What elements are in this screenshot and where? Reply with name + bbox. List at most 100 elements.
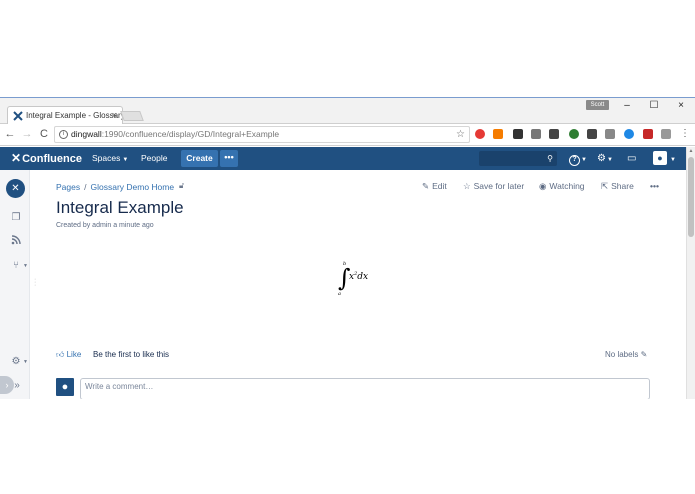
user-icon: ● — [61, 381, 69, 393]
browser-window: Integral Example - Glossary × Scott – ☐ … — [0, 97, 695, 399]
info-icon[interactable]: i — [59, 130, 68, 139]
tab-title: Integral Example - Glossary — [26, 111, 123, 120]
window-close-icon[interactable]: × — [673, 99, 689, 113]
like-label: Like — [66, 350, 82, 359]
save-for-later-label: Save for later — [473, 181, 525, 191]
commenter-avatar: ● — [56, 378, 74, 396]
gear-icon: ⚙ — [597, 153, 606, 164]
tab-close-icon[interactable]: × — [112, 107, 117, 124]
no-labels-text: No labels — [605, 350, 639, 359]
create-button[interactable]: Create — [181, 150, 218, 167]
extension-icon[interactable] — [549, 129, 559, 139]
minimize-icon[interactable]: – — [619, 99, 635, 113]
like-button[interactable]: 👍︎ Like — [56, 349, 81, 361]
watching-label: Watching — [549, 181, 585, 191]
breadcrumb-separator: / — [84, 182, 87, 192]
extension-icon[interactable] — [475, 129, 485, 139]
page-tree-icon[interactable]: ⑂ — [9, 260, 23, 272]
share-icon: ⇱ — [601, 181, 609, 191]
page-byline: Created by admin a minute ago — [56, 222, 154, 229]
user-avatar[interactable]: ● — [653, 151, 667, 165]
chevron-down-icon: ▼ — [23, 359, 28, 365]
browser-toolbar: ← → C i dingwall:1990/confluence/display… — [0, 124, 695, 146]
breadcrumb-pages[interactable]: Pages — [56, 182, 80, 192]
search-icon: ⚲ — [547, 154, 553, 163]
extension-icon[interactable] — [587, 129, 597, 139]
extension-icon[interactable] — [493, 129, 503, 139]
user-icon: ● — [657, 153, 663, 163]
chevron-down-icon: ▼ — [122, 157, 129, 163]
help-menu[interactable]: ? ▼ — [569, 151, 587, 168]
edit-button[interactable]: ✎ Edit — [422, 180, 447, 192]
spaces-menu[interactable]: Spaces ▼ — [92, 151, 128, 168]
pencil-icon: ✎ — [422, 181, 430, 191]
notifications-button[interactable]: ▭ — [627, 151, 636, 166]
maximize-icon[interactable]: ☐ — [646, 99, 662, 113]
inbox-icon: ▭ — [627, 153, 637, 164]
help-icon: ? — [569, 155, 580, 166]
extension-icon[interactable] — [624, 129, 634, 139]
extension-icon[interactable] — [661, 129, 671, 139]
url-text: dingwall:1990/confluence/display/GD/Inte… — [71, 127, 279, 142]
tab-strip: Integral Example - Glossary × Scott – ☐ … — [0, 98, 695, 125]
share-label: Share — [611, 181, 634, 191]
chevron-down-icon: ▼ — [606, 157, 613, 163]
space-sidebar: ✕ ❐ ⑂ ▼ ⚙ ▼ › » — [0, 170, 30, 399]
unlock-icon[interactable]: 🔓︎ — [179, 181, 184, 191]
pages-icon[interactable]: ❐ — [9, 212, 23, 224]
confluence-header: ✕Confluence Spaces ▼ People Create ••• ⚲ … — [0, 147, 686, 170]
rss-icon — [11, 235, 21, 245]
integral-formula: b ∫ a x2dx — [336, 261, 376, 298]
create-more-button[interactable]: ••• — [220, 150, 238, 167]
comment-input[interactable]: Write a comment… — [80, 378, 650, 399]
extension-icon[interactable] — [643, 129, 653, 139]
browser-menu-icon[interactable]: ⋮ — [680, 126, 690, 142]
confluence-logo-icon: ✕ — [11, 151, 22, 165]
url-host: dingwall — [71, 129, 102, 139]
logo-text: Confluence — [22, 153, 82, 165]
more-actions-button[interactable]: ••• — [650, 180, 659, 192]
reload-icon[interactable]: C — [37, 127, 51, 141]
feed-icon[interactable] — [9, 235, 23, 247]
back-icon[interactable]: ← — [3, 127, 17, 141]
share-button[interactable]: ⇱ Share — [601, 180, 634, 192]
integrand: x2dx — [349, 271, 368, 282]
extension-icon[interactable] — [531, 129, 541, 139]
user-menu-caret[interactable]: ▼ — [669, 151, 676, 168]
extension-icon[interactable] — [605, 129, 615, 139]
confluence-logo[interactable]: ✕Confluence — [11, 150, 82, 167]
extension-icon[interactable] — [569, 129, 579, 139]
chevron-down-icon: ▼ — [581, 157, 587, 163]
breadcrumb-space[interactable]: Glossary Demo Home — [90, 182, 174, 192]
scroll-thumb[interactable] — [688, 157, 694, 237]
space-logo-icon[interactable]: ✕ — [6, 179, 25, 198]
lower-limit: a — [338, 291, 341, 297]
save-for-later-button[interactable]: ☆ Save for later — [463, 180, 524, 192]
browser-tab[interactable]: Integral Example - Glossary × — [7, 106, 123, 125]
labels-section[interactable]: No labels ✎ — [605, 349, 647, 361]
integrand-differential: dx — [357, 272, 369, 282]
url-path: :1990/confluence/display/GD/Integral+Exa… — [101, 129, 280, 139]
star-icon: ☆ — [463, 181, 471, 191]
chevron-down-icon: ▼ — [670, 157, 676, 163]
forward-icon[interactable]: → — [20, 127, 34, 141]
new-tab-button[interactable] — [120, 111, 144, 121]
sidebar-resize-handle[interactable]: · · · — [34, 276, 38, 289]
address-bar[interactable]: i dingwall:1990/confluence/display/GD/In… — [54, 126, 470, 143]
page-title: Integral Example — [56, 198, 184, 217]
settings-menu[interactable]: ⚙▼ — [597, 151, 613, 168]
expand-sidebar-icon[interactable]: » — [10, 380, 24, 392]
like-summary: Be the first to like this — [93, 350, 170, 359]
extension-icon[interactable] — [513, 129, 523, 139]
search-input[interactable]: ⚲ — [479, 151, 557, 166]
browser-user-chip[interactable]: Scott — [586, 100, 609, 110]
comment-placeholder: Write a comment… — [85, 382, 154, 391]
space-settings-icon[interactable]: ⚙ — [9, 356, 23, 368]
watching-button[interactable]: ◉ Watching — [539, 180, 585, 192]
scroll-up-icon[interactable]: ▲ — [687, 147, 695, 155]
page-scrollbar[interactable]: ▲ — [686, 147, 695, 399]
bookmark-star-icon[interactable]: ☆ — [456, 127, 465, 142]
eye-icon: ◉ — [539, 181, 547, 191]
people-link[interactable]: People — [141, 151, 167, 166]
spaces-label: Spaces — [92, 153, 121, 163]
